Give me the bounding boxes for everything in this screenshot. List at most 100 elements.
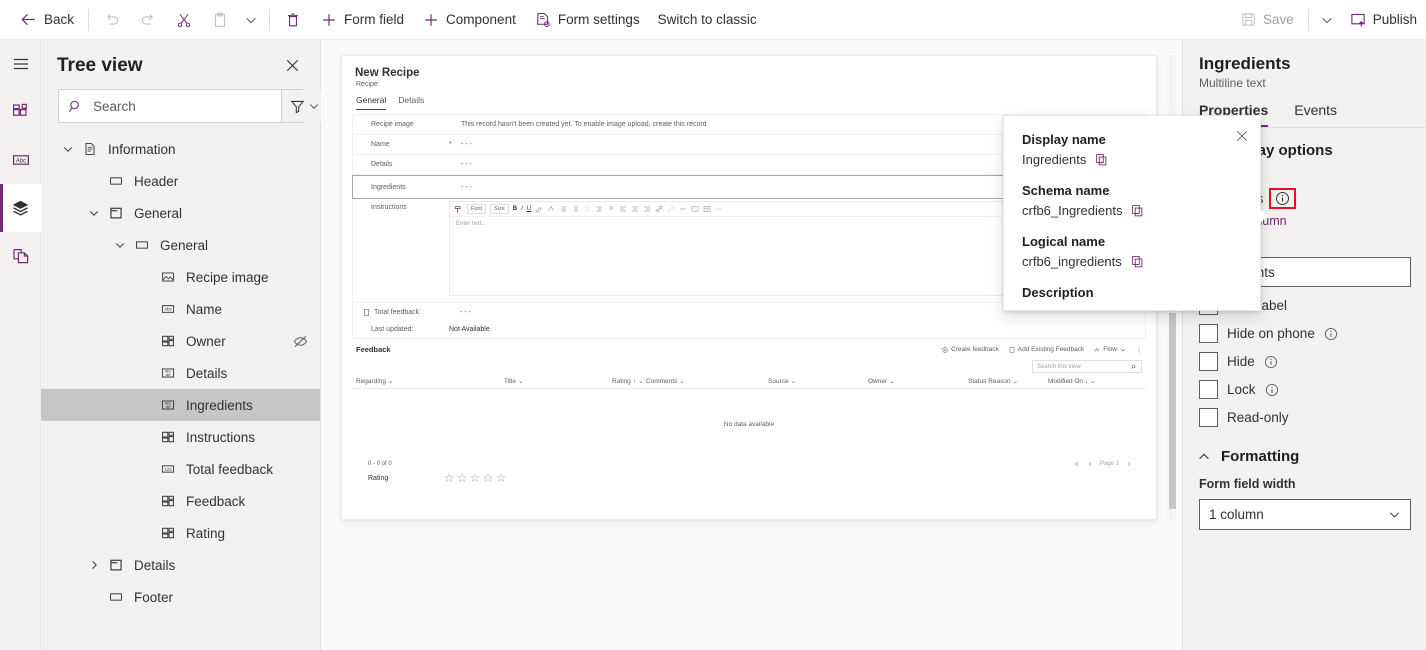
decrease-indent-icon[interactable] — [583, 205, 591, 213]
subgrid-overflow-button[interactable] — [1136, 346, 1142, 354]
checkbox-box[interactable] — [1199, 380, 1218, 399]
checkbox-box[interactable] — [1199, 324, 1218, 343]
formatting-section-header[interactable]: Formatting — [1183, 427, 1426, 469]
more-formatting-icon[interactable] — [715, 205, 723, 213]
tree-node-details-field[interactable]: Abc def Details — [41, 357, 320, 389]
italic-icon[interactable]: I — [521, 206, 523, 212]
chevron-right-icon[interactable] — [83, 559, 105, 571]
unlink-icon[interactable] — [667, 205, 675, 213]
tree-node-name[interactable]: Abc Name — [41, 293, 320, 325]
checkbox-hide[interactable]: Hide — [1183, 343, 1426, 371]
back-button[interactable]: Back — [10, 4, 83, 36]
star-icon[interactable] — [470, 473, 480, 483]
checkbox-lock[interactable]: Lock — [1183, 371, 1426, 399]
tree-node-header[interactable]: Header — [41, 165, 320, 197]
scrollbar-thumb[interactable] — [1169, 313, 1176, 509]
chevron-down-icon[interactable] — [109, 239, 131, 251]
info-icon[interactable] — [1324, 327, 1338, 341]
subgrid-column-header[interactable]: Comments ⌄ — [646, 377, 768, 386]
checkbox-box[interactable] — [1199, 408, 1218, 427]
form-tab-general[interactable]: General — [356, 95, 387, 110]
copy-icon[interactable] — [1131, 204, 1144, 217]
highlight-color-icon[interactable] — [535, 205, 543, 213]
increase-indent-icon[interactable] — [595, 205, 603, 213]
tree-node-owner[interactable]: Owner — [41, 325, 320, 357]
rail-item-menu[interactable] — [0, 40, 41, 88]
link-icon[interactable] — [655, 205, 663, 213]
column-info-button[interactable] — [1269, 188, 1297, 209]
rail-item-components[interactable] — [0, 88, 41, 136]
tree-node-footer[interactable]: Footer — [41, 581, 320, 613]
tree-node-feedback[interactable]: Feedback — [41, 485, 320, 517]
previous-page-icon[interactable] — [1087, 461, 1093, 467]
subgrid-column-header[interactable]: Source ⌄ — [768, 377, 868, 386]
publish-button[interactable]: Publish — [1340, 4, 1426, 36]
subgrid-column-header[interactable]: Regarding ⌄ — [356, 377, 504, 386]
tab-events[interactable]: Events — [1294, 102, 1337, 127]
close-tree-view-button[interactable] — [281, 54, 304, 77]
save-button[interactable]: Save — [1231, 4, 1303, 36]
form-field-width-select[interactable]: 1 column — [1199, 499, 1411, 530]
cut-button[interactable] — [166, 4, 202, 36]
align-right-icon[interactable] — [643, 205, 651, 213]
rail-item-layers[interactable] — [0, 184, 41, 232]
chevron-down-icon[interactable] — [57, 143, 79, 155]
first-page-icon[interactable] — [1074, 461, 1080, 467]
clipboard-overflow-button[interactable] — [238, 4, 264, 36]
next-page-icon[interactable] — [1126, 461, 1132, 467]
insert-image-icon[interactable] — [691, 205, 699, 213]
form-field-button[interactable]: Form field — [311, 4, 413, 36]
tree-search-box[interactable] — [59, 90, 281, 122]
checkbox-box[interactable] — [1199, 352, 1218, 371]
close-callout-button[interactable] — [1232, 126, 1252, 149]
subgrid-column-header-sorted[interactable]: Rating ↑ ⌄ — [612, 377, 646, 386]
subgrid-column-header[interactable]: Owner ⌄ — [868, 377, 968, 386]
tree-node-recipe-image[interactable]: Recipe image — [41, 261, 320, 293]
info-icon[interactable] — [1265, 383, 1279, 397]
checkbox-hide-on-phone[interactable]: Hide on phone — [1183, 315, 1426, 343]
subgrid-column-header[interactable]: Status Reason ⌄ — [968, 377, 1048, 386]
info-icon[interactable] — [1264, 355, 1278, 369]
star-icon[interactable] — [483, 473, 493, 483]
subgrid-search-input[interactable]: Search this view — [1032, 360, 1142, 373]
rail-item-copy-pages[interactable] — [0, 232, 41, 280]
numbered-list-icon[interactable] — [571, 205, 579, 213]
component-button[interactable]: Component — [413, 4, 525, 36]
tree-node-general-tab[interactable]: General — [41, 197, 320, 229]
undo-button[interactable] — [94, 4, 130, 36]
subgrid-column-header-sorted[interactable]: Modified On ↓ ⌄ — [1048, 377, 1096, 386]
copy-icon[interactable] — [1131, 255, 1144, 268]
switch-to-classic-button[interactable]: Switch to classic — [649, 4, 766, 36]
font-size-select[interactable]: Size — [490, 204, 509, 214]
tree-node-details-tab[interactable]: Details — [41, 549, 320, 581]
checkbox-read-only[interactable]: Read-only — [1183, 399, 1426, 427]
star-icon[interactable] — [457, 473, 467, 483]
save-overflow-button[interactable] — [1314, 4, 1340, 36]
font-color-icon[interactable] — [547, 205, 555, 213]
star-icon[interactable] — [444, 473, 454, 483]
form-row-rating[interactable]: Rating — [352, 467, 1146, 491]
chevron-down-icon[interactable] — [83, 207, 105, 219]
rail-item-text-field[interactable]: Abc — [0, 136, 41, 184]
tree-node-instructions[interactable]: Instructions — [41, 421, 320, 453]
align-center-icon[interactable] — [631, 205, 639, 213]
create-feedback-button[interactable]: Create feedback — [942, 346, 999, 353]
copy-icon[interactable] — [1095, 153, 1108, 166]
font-family-select[interactable]: Font — [467, 204, 487, 214]
tree-node-general-section[interactable]: General — [41, 229, 320, 261]
bullet-list-icon[interactable] — [559, 205, 567, 213]
underline-icon[interactable]: U — [527, 206, 531, 212]
rating-stars[interactable] — [444, 473, 506, 483]
paste-button[interactable] — [202, 4, 238, 36]
tree-node-ingredients[interactable]: Abc def Ingredients — [41, 389, 320, 421]
horizontal-rule-icon[interactable] — [679, 205, 687, 213]
insert-table-icon[interactable] — [703, 205, 711, 213]
subgrid-column-header[interactable]: Title ⌄ — [504, 377, 612, 386]
format-painter-icon[interactable] — [454, 205, 463, 214]
flow-button[interactable]: Flow — [1094, 346, 1126, 353]
rtl-icon[interactable] — [607, 205, 615, 213]
tree-node-rating[interactable]: Rating — [41, 517, 320, 549]
tree-node-total-feedback[interactable]: 123 Total feedback — [41, 453, 320, 485]
search-input[interactable] — [91, 97, 272, 115]
form-settings-button[interactable]: Form settings — [525, 4, 649, 36]
